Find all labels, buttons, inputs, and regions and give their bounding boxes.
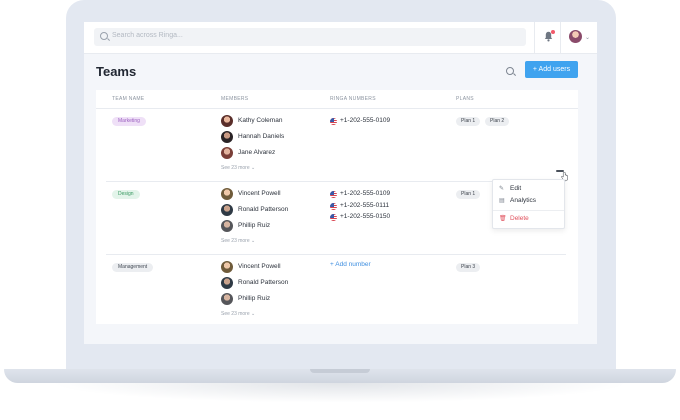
avatar <box>221 277 233 289</box>
us-flag-icon <box>330 203 337 210</box>
member-name: Phillip Ruiz <box>238 295 271 302</box>
search-teams-icon[interactable] <box>506 67 514 75</box>
top-bar: Search across Ringa... ⌄ <box>84 22 597 54</box>
team-options-menu: ✎ Edit ▤ Analytics 🗑 Delete <box>492 179 565 229</box>
avatar <box>221 261 233 273</box>
header-divider <box>96 108 578 109</box>
trash-icon: 🗑 <box>499 216 507 222</box>
team-tag-management[interactable]: Management <box>112 263 154 272</box>
us-flag-icon <box>330 191 337 198</box>
laptop-shadow <box>50 383 630 403</box>
team-tag-design[interactable]: Design <box>112 190 140 199</box>
plan-badge[interactable]: Plan 2 <box>485 117 510 126</box>
member-name: Jane Alvarez <box>238 149 276 156</box>
user-avatar[interactable] <box>569 30 582 43</box>
avatar <box>221 188 233 200</box>
header-members: MEMBERS <box>221 96 249 102</box>
avatar <box>221 220 233 232</box>
avatar <box>221 204 233 216</box>
topbar-divider <box>560 22 561 54</box>
add-users-button[interactable]: + Add users <box>525 61 578 78</box>
row-divider <box>106 254 566 255</box>
member-name: Vincent Powell <box>238 263 281 270</box>
topbar-divider <box>534 22 535 54</box>
number-text: +1-202-555-0111 <box>340 202 390 209</box>
search-icon <box>100 32 108 40</box>
member-name: Hannah Daniels <box>238 133 285 140</box>
teams-table: TEAM NAME MEMBERS RINGA NUMBERS PLANS Ma… <box>96 90 578 324</box>
avatar <box>221 131 233 143</box>
see-more-link[interactable]: See 23 more ⌄ <box>221 311 255 317</box>
pencil-icon: ✎ <box>499 186 505 192</box>
number-text: +1-202-555-0150 <box>340 213 391 220</box>
header-plans: PLANS <box>456 96 474 102</box>
main-content: Teams + Add users TEAM NAME MEMBERS RING… <box>96 54 586 344</box>
plan-badge[interactable]: Plan 1 <box>456 190 481 199</box>
us-flag-icon <box>330 118 337 125</box>
analytics-icon: ▤ <box>499 198 505 204</box>
see-more-link[interactable]: See 23 more ⌄ <box>221 238 255 244</box>
search-input[interactable]: Search across Ringa... <box>94 28 526 46</box>
see-more-link[interactable]: See 23 more ⌄ <box>221 165 255 171</box>
chevron-down-icon[interactable]: ⌄ <box>585 34 590 41</box>
page-title: Teams <box>96 64 137 79</box>
plan-badge[interactable]: Plan 1 <box>456 117 481 126</box>
number-text: +1-202-555-0109 <box>340 117 391 124</box>
member-name: Kathy Coleman <box>238 117 283 124</box>
avatar <box>221 115 233 127</box>
avatar <box>221 147 233 159</box>
app-screen: Search across Ringa... ⌄ Teams + Add use… <box>84 22 597 344</box>
header-team-name: TEAM NAME <box>112 96 145 102</box>
search-placeholder: Search across Ringa... <box>112 32 183 39</box>
laptop-notch <box>310 369 370 373</box>
team-tag-marketing[interactable]: Marketing <box>112 117 146 126</box>
avatar <box>221 293 233 305</box>
notification-dot <box>551 30 555 34</box>
number-text: +1-202-555-0109 <box>340 190 391 197</box>
us-flag-icon <box>330 214 337 221</box>
menu-divider <box>493 210 564 211</box>
header-ringa-numbers: RINGA NUMBERS <box>330 96 376 102</box>
member-name: Ronald Patterson <box>238 279 289 286</box>
plan-badge[interactable]: Plan 3 <box>456 263 481 272</box>
member-name: Vincent Powell <box>238 190 281 197</box>
member-name: Ronald Patterson <box>238 206 289 213</box>
add-number-link[interactable]: + Add number <box>330 261 371 268</box>
member-name: Phillip Ruiz <box>238 222 271 229</box>
